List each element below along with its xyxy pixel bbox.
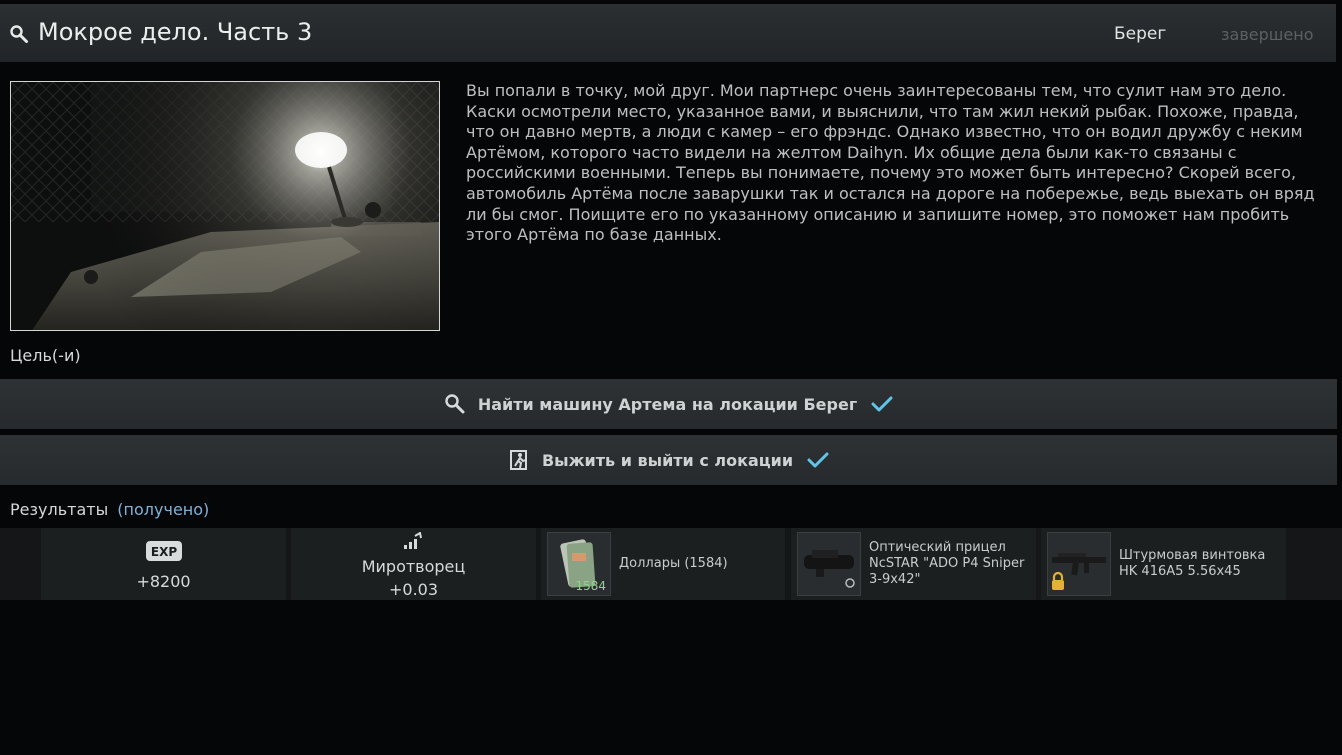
quest-description: Вы попали в точку, мой друг. Мои партнер… xyxy=(466,81,1315,245)
standing-up-icon xyxy=(404,532,422,549)
rewards-strip: EXP +8200 Миротворец +0.03 1584 Доллары … xyxy=(0,528,1342,600)
objective-text: Найти машину Артема на локации Берег xyxy=(477,394,858,414)
results-received: (получено) xyxy=(117,500,210,519)
check-icon xyxy=(871,396,893,412)
desk-lamp-picture xyxy=(11,82,439,330)
quest-status: завершено xyxy=(1221,25,1314,44)
results-title: Результаты xyxy=(10,500,109,519)
quest-title: Мокрое дело. Часть 3 xyxy=(38,18,313,46)
quest-image xyxy=(10,81,440,331)
scope-thumbnail xyxy=(797,532,861,596)
standing-trader: Миротворец xyxy=(361,557,466,576)
optical-scope-icon xyxy=(804,550,855,588)
item-name: Штурмовая винтовка HK 416A5 5.56x45 xyxy=(1119,548,1266,579)
reward-exp: EXP +8200 xyxy=(41,528,286,600)
svg-text:EXP: EXP xyxy=(151,545,177,559)
results-label: Результаты (получено) xyxy=(10,500,209,519)
objective-text: Выжить и выйти с локации xyxy=(541,450,794,470)
reward-item-scope[interactable]: Оптический прицел NcSTAR "ADO P4 Sniper … xyxy=(791,528,1036,600)
dollars-count: 1584 xyxy=(575,579,606,593)
item-name: Оптический прицел NcSTAR "ADO P4 Sniper … xyxy=(869,540,1025,587)
reward-standing: Миротворец +0.03 xyxy=(291,528,536,600)
exp-badge-icon: EXP xyxy=(146,541,182,561)
objectives-label: Цель(-и) xyxy=(10,346,81,365)
objective-survive-extract: Выжить и выйти с локации xyxy=(0,435,1337,485)
quest-header: Мокрое дело. Часть 3 Берег завершено xyxy=(0,4,1336,62)
dollars-thumbnail: 1584 xyxy=(547,532,611,596)
lock-icon xyxy=(1052,571,1064,590)
reward-item-rifle[interactable]: Штурмовая винтовка HK 416A5 5.56x45 xyxy=(1041,528,1286,600)
exp-value: +8200 xyxy=(136,572,191,591)
item-name: Доллары (1584) xyxy=(619,556,728,571)
rifle-thumbnail xyxy=(1047,532,1111,596)
check-icon xyxy=(807,452,829,468)
reward-item-dollars[interactable]: 1584 Доллары (1584) xyxy=(541,528,785,600)
search-icon xyxy=(445,394,465,414)
quest-location: Берег xyxy=(1114,24,1167,44)
search-icon xyxy=(10,25,28,43)
exit-run-icon xyxy=(509,450,527,470)
objective-find-car: Найти машину Артема на локации Берег xyxy=(0,379,1337,429)
standing-value: +0.03 xyxy=(388,580,439,599)
